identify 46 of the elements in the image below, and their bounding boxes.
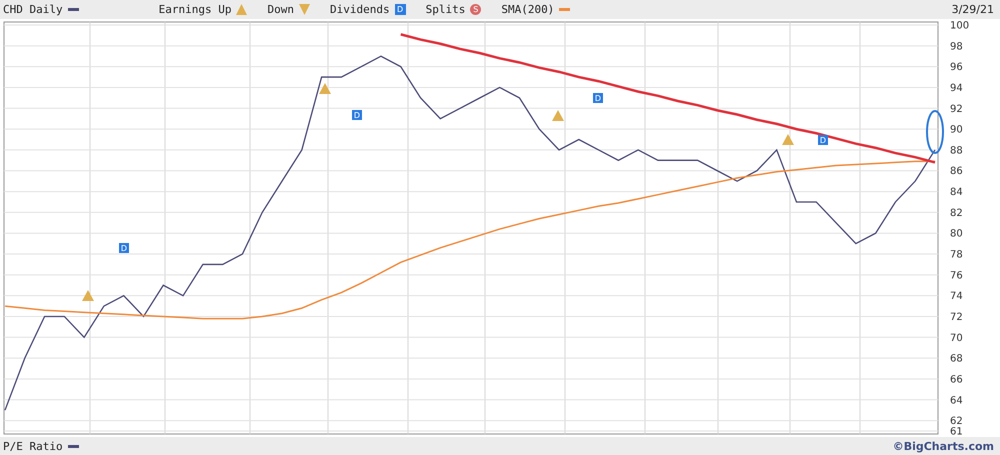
legend-label: CHD Daily (3, 3, 63, 16)
axis-label: 66 (950, 374, 963, 386)
line-swatch-icon (68, 444, 79, 448)
copyright-text: ©BigCharts.com (892, 440, 994, 452)
axis-label: 78 (950, 250, 963, 261)
axis-label: 70 (950, 332, 963, 344)
axis-label: 94 (950, 82, 963, 94)
chart-date: 3/29/21 (952, 3, 994, 16)
legend-label: Dividends (330, 3, 390, 16)
earnings-marker-icon (319, 83, 331, 94)
highlight-ellipse-drawing (926, 110, 944, 154)
legend-label: P/E Ratio (3, 440, 63, 452)
axis-label: 68 (950, 354, 963, 365)
split-badge: S (470, 4, 482, 15)
earnings-marker-icon (552, 110, 564, 121)
axis-label: 86 (950, 166, 963, 178)
line-swatch-icon (68, 8, 79, 11)
earnings-marker-icon (782, 134, 794, 145)
axis-label: 100 (950, 20, 970, 32)
axis-label: 82 (950, 208, 963, 219)
axis-label: 80 (950, 228, 963, 240)
axis-label: 90 (950, 124, 963, 136)
axis-label: 96 (950, 62, 963, 74)
axis-label: 72 (950, 312, 963, 323)
dividend-marker: D (593, 93, 603, 103)
earnings-marker-icon (82, 290, 94, 301)
dividend-badge: D (394, 4, 406, 15)
axis-label: 74 (950, 291, 963, 302)
triangle-icon (236, 4, 248, 15)
axis-label: 92 (950, 104, 963, 115)
axis-label: 62 (950, 416, 963, 428)
axis-label: 76 (950, 270, 963, 282)
axis-label: 64 (950, 395, 963, 406)
legend-label: Earnings Up (158, 3, 232, 16)
legend-label: Down (267, 3, 294, 16)
axis-label: 88 (950, 145, 963, 156)
dividend-marker: D (352, 110, 362, 120)
dividend-marker: D (818, 135, 828, 145)
legend-label: SMA(200) (501, 3, 554, 16)
axis-label: 84 (950, 187, 963, 198)
line-swatch-icon (559, 8, 570, 11)
axis-label: 98 (950, 41, 963, 52)
legend-label: Splits (426, 3, 466, 16)
axis-label: 61 (950, 426, 963, 437)
inverted-triangle-icon (298, 4, 310, 15)
dividend-marker: D (119, 243, 129, 253)
